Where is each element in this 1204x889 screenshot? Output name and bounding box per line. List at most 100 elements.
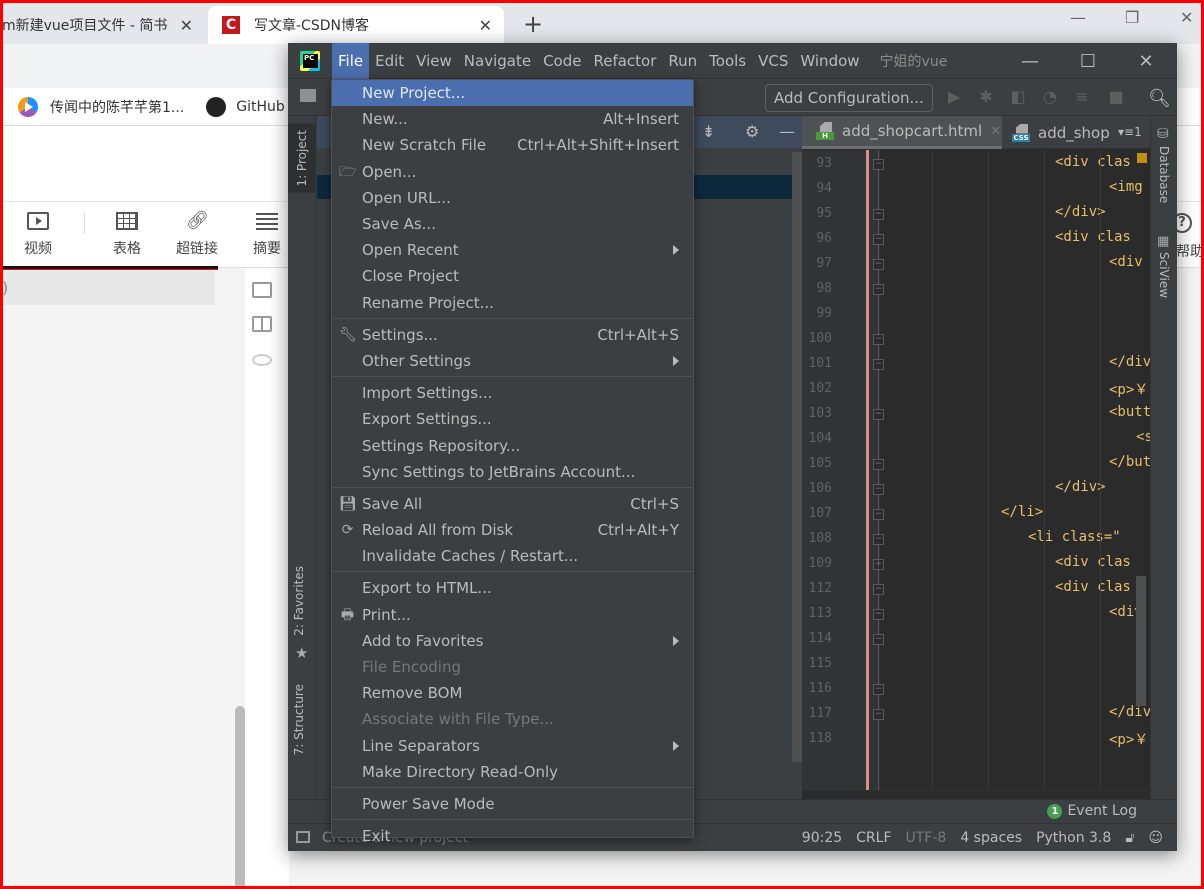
stop-icon[interactable]: ■ [1107,88,1125,106]
help-label[interactable]: 帮助 [1176,241,1204,261]
project-scrollbar[interactable] [792,152,802,762]
menu-item-settings[interactable]: 🔧︎ Settings... Ctrl+Alt+S [332,322,693,348]
editor-tab-html[interactable]: H add_shopcart.html ✕ [802,116,1002,149]
warning-marker[interactable] [1137,153,1147,163]
menu-item-make-directory-read-only[interactable]: Make Directory Read-Only [332,759,693,785]
fold-marker-icon[interactable]: − [873,259,884,270]
event-log-button[interactable]: 1 Event Log [1047,803,1137,819]
code-line[interactable]: <div clas [1055,554,1131,570]
fold-marker-icon[interactable]: − [873,709,884,720]
menu-run[interactable]: Run [662,43,703,79]
menu-item-rename-project[interactable]: Rename Project... [332,290,693,316]
bookmark-item[interactable]: GitHub [202,96,285,117]
debug-icon[interactable]: ✱ [977,88,995,106]
toolbar-table-button[interactable]: 表格 [113,212,141,258]
fold-marker-icon[interactable]: − [873,284,884,295]
menu-item-export-to-html[interactable]: Export to HTML... [332,575,693,601]
fold-marker-icon[interactable]: − [873,234,884,245]
menu-window[interactable]: Window [794,43,865,79]
menu-item-export-settings[interactable]: Export Settings... [332,406,693,432]
coverage-icon[interactable]: ◧ [1009,88,1027,106]
menu-code[interactable]: Code [537,43,587,79]
close-tab-icon[interactable]: ✕ [990,124,1001,139]
close-tab-icon[interactable]: ✕ [180,16,193,35]
menu-item-save-all[interactable]: 💾︎ Save All Ctrl+S [332,491,693,517]
browser-tab-jianshu[interactable]: m新建vue项目文件 - 简书 ✕ [0,6,205,44]
menu-edit[interactable]: Edit [369,43,410,79]
restore-window-button[interactable]: ❐ [1125,8,1139,27]
code-line[interactable]: </div [1109,354,1151,370]
toolbar-link-button[interactable]: 🔗︎ 超链接 [176,212,218,258]
code-line[interactable]: <butt [1109,404,1151,420]
menu-item-import-settings[interactable]: Import Settings... [332,380,693,406]
fold-marker-icon[interactable]: − [873,359,884,370]
line-separator[interactable]: CRLF [856,830,891,846]
close-window-button[interactable]: ✕ [1180,8,1193,27]
code-line[interactable]: </div [1109,704,1151,720]
toolbar-summary-button[interactable]: 摘要 [253,212,281,258]
lock-icon[interactable]: 🔓︎ [1125,830,1134,846]
python-interpreter[interactable]: Python 3.8 [1036,830,1111,846]
fold-marker-icon[interactable]: − [873,334,884,345]
code-line[interactable]: <div [1109,254,1151,270]
fold-marker-icon[interactable]: − [873,634,884,645]
run-icon[interactable]: ▶ [945,88,963,106]
sciview-tool-button[interactable]: SciView [1157,252,1171,298]
menu-item-other-settings[interactable]: Other Settings [332,348,693,374]
bookmark-item[interactable]: 传闻中的陈芊芊第1... [18,96,184,117]
fold-marker-icon[interactable]: − [873,459,884,470]
menu-item-new-project[interactable]: New Project... [332,80,693,107]
fold-marker-icon[interactable]: − [873,409,884,420]
new-tab-button[interactable]: + [523,10,543,38]
project-tool-button[interactable]: 1: Project [288,124,316,193]
collapse-all-icon[interactable]: ⇟ [702,122,715,141]
menu-item-new[interactable]: New... Alt+Insert [332,106,693,132]
menu-item-open[interactable]: 🗁 Open... [332,159,693,185]
code-line[interactable]: </div> [1055,479,1106,495]
fold-marker-icon[interactable]: − [873,509,884,520]
menu-item-settings-repository[interactable]: Settings Repository... [332,432,693,458]
code-line[interactable]: <li class=" [1028,529,1121,545]
toggle-tool-windows-icon[interactable] [296,831,310,843]
menu-item-exit[interactable]: Exit [332,823,693,849]
ide-minimize-button[interactable]: — [1001,43,1059,79]
fold-marker-icon[interactable]: − [873,534,884,545]
fold-marker-icon[interactable]: − [873,684,884,695]
menu-file[interactable]: File [332,43,370,79]
fold-marker-icon[interactable]: − [873,609,884,620]
file-encoding[interactable]: UTF-8 [906,830,947,846]
menu-navigate[interactable]: Navigate [458,43,537,79]
menu-item-print[interactable]: 🖶 Print... [332,602,693,628]
code-line[interactable]: <img [1109,179,1151,195]
hide-panel-icon[interactable]: — [779,122,795,141]
toolbar-video-button[interactable]: 视频 [24,212,52,258]
menu-item-remove-bom[interactable]: Remove BOM [332,680,693,706]
layout-single-icon[interactable] [252,282,272,298]
menu-item-power-save-mode[interactable]: Power Save Mode [332,791,693,817]
menu-item-open-url[interactable]: Open URL... [332,185,693,211]
indent-setting[interactable]: 4 spaces [960,830,1022,846]
add-configuration-button[interactable]: Add Configuration... [765,84,933,112]
concurrency-icon[interactable]: ≡ [1073,88,1091,106]
search-icon[interactable]: 🔍︎ [1148,88,1171,109]
ide-maximize-button[interactable]: ☐ [1059,43,1117,79]
menu-item-add-to-favorites[interactable]: Add to Favorites [332,628,693,654]
menu-item-new-scratch-file[interactable]: New Scratch File Ctrl+Alt+Shift+Insert [332,132,693,158]
inspector-icon[interactable]: ☺ [1148,830,1163,846]
fold-marker-icon[interactable]: − [873,584,884,595]
code-line[interactable]: </li> [1001,504,1043,520]
profile-icon[interactable]: ◔ [1041,88,1059,106]
editor-vertical-scrollbar[interactable] [1136,576,1146,706]
structure-tool-button[interactable]: 7: Structure [292,684,306,755]
article-title-input[interactable]: ) [0,271,215,305]
menu-item-reload-all-from-disk[interactable]: ⟳ Reload All from Disk Ctrl+Alt+Y [332,517,693,543]
menu-item-sync-settings-to-jetbrains-account[interactable]: Sync Settings to JetBrains Account... [332,459,693,485]
tab-overflow-button[interactable]: ▾≡1 [1118,125,1142,139]
editor-tab-css[interactable]: CSS add_shop [1008,116,1110,149]
favorites-tool-button[interactable]: 2: Favorites [292,566,306,636]
browser-tab-csdn[interactable]: C 写文章-CSDN博客 ✕ [208,6,504,44]
code-line[interactable]: <div clas [1055,229,1131,245]
code-line[interactable]: </div> [1055,204,1106,220]
menu-view[interactable]: View [410,43,458,79]
fold-marker-icon[interactable]: − [873,484,884,495]
